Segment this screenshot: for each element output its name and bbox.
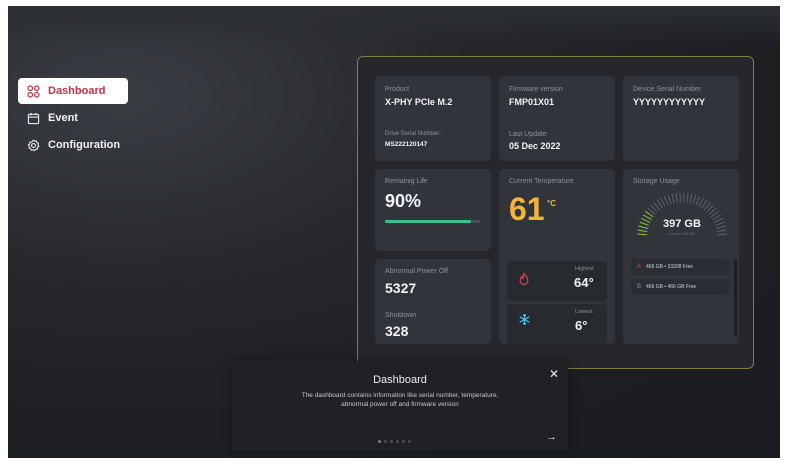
gauge-tick	[641, 217, 651, 223]
tour-step-dot[interactable]	[384, 440, 387, 443]
abnormal-power-off-label: Abnormal Power Off	[385, 268, 448, 275]
gauge-tick	[637, 233, 647, 236]
highest-temperature-card: Highest 64°	[507, 261, 607, 301]
remaining-life-label: Remainig Life	[385, 178, 428, 185]
top-glow	[8, 6, 780, 46]
gauge-tick	[689, 193, 693, 204]
firmware-card: Firmware version FMP01X01 Last Update 05…	[499, 76, 615, 161]
storage-gauge	[637, 192, 727, 236]
remaining-life-bar-fill	[385, 220, 471, 223]
next-arrow-icon[interactable]: →	[546, 431, 557, 443]
tour-step-dot[interactable]	[390, 440, 393, 443]
temperature-unit: °C	[547, 199, 556, 208]
tour-description: The dashboard contains information like …	[301, 392, 499, 408]
sidebar-item-configuration[interactable]: Configuration	[18, 132, 128, 158]
flame-icon	[519, 272, 529, 286]
tour-popup: Dashboard The dashboard contains informa…	[232, 361, 568, 451]
gauge-tick	[695, 195, 701, 206]
app-background: Dashboard Event Configuration Product X-…	[8, 6, 780, 458]
sidebar-item-label: Configuration	[48, 139, 121, 151]
drive-serial-label: Drive Serial Number:	[385, 131, 441, 137]
remaining-life-bar	[385, 220, 480, 223]
firmware-label: Firmware version	[509, 86, 563, 93]
gauge-tick	[716, 229, 727, 233]
product-card: Product X-PHY PCIe M.2 Drive Serial Numb…	[375, 76, 491, 161]
storage-usage-card: Storage Usage 397 GB Used of 466 GB A 46…	[623, 169, 739, 344]
gauge-tick	[698, 197, 704, 207]
drive-b-letter: B	[637, 284, 642, 290]
tour-step-dot[interactable]	[396, 440, 399, 443]
drive-b-info: 466 GB • 466 GB Free	[646, 284, 697, 290]
current-temperature-card: Current Temperature 61 °C Highest 64° Lo…	[499, 169, 615, 344]
device-serial-card: Device Serial Number YYYYYYYYYYYY	[623, 76, 739, 161]
drive-a-info: 466 GB • 33308 Free	[646, 264, 694, 270]
product-label: Product	[385, 86, 410, 93]
last-update-label: Last Update	[509, 131, 547, 138]
gauge-tick	[675, 192, 678, 203]
gauge-tick	[692, 194, 697, 205]
tour-step-dot[interactable]	[378, 440, 381, 443]
sidebar-item-label: Event	[48, 112, 78, 124]
tour-step-dots	[378, 440, 411, 443]
current-temperature-value: 61	[509, 191, 545, 227]
sidebar-item-dashboard[interactable]: Dashboard	[18, 78, 128, 104]
gauge-tick	[671, 193, 675, 204]
storage-sub-label: Used of 466 GB	[669, 232, 694, 236]
snowflake-icon	[519, 313, 530, 326]
calendar-icon	[27, 112, 40, 124]
device-serial-label: Device Serial Number	[633, 86, 702, 93]
gauge-tick	[715, 225, 726, 229]
gauge-tick	[714, 221, 725, 226]
lowest-label: Lowest	[575, 309, 593, 315]
last-update-value: 05 Dec 2022	[509, 141, 561, 151]
tour-step-dot[interactable]	[408, 440, 411, 443]
gauge-tick	[642, 214, 652, 221]
highest-label: Highest	[575, 266, 594, 272]
storage-usage-label: Storage Usage	[633, 178, 680, 185]
drive-b-row[interactable]: B 466 GB • 466 GB Free	[631, 279, 729, 295]
tour-step-dot[interactable]	[402, 440, 405, 443]
firmware-value: FMP01X01	[509, 97, 555, 107]
gauge-tick	[639, 221, 650, 226]
gauge-tick	[713, 217, 723, 223]
sidebar-item-label: Dashboard	[48, 85, 106, 97]
gauge-tick	[660, 197, 666, 207]
gauge-tick	[663, 195, 669, 206]
storage-scrollbar[interactable]	[734, 259, 737, 337]
storage-used-value: 397 GB	[663, 218, 701, 230]
sidebar-item-event[interactable]: Event	[18, 105, 128, 131]
close-icon[interactable]: ✕	[549, 367, 559, 381]
gauge-tick	[637, 229, 648, 233]
lowest-value: 6°	[575, 318, 588, 333]
shutdown-value: 328	[385, 323, 409, 339]
gear-icon	[27, 138, 40, 151]
sidebar-nav: Dashboard Event Configuration	[18, 78, 128, 159]
dashboard-panel: Product X-PHY PCIe M.2 Drive Serial Numb…	[357, 56, 754, 369]
power-events-card: Abnormal Power Off 5327 Shutdown 328	[375, 259, 491, 344]
product-value: X-PHY PCIe M.2	[385, 97, 453, 107]
gauge-tick	[686, 192, 689, 203]
drive-a-letter: A	[637, 264, 642, 270]
gauge-tick	[667, 194, 672, 205]
lowest-temperature-card: Lowest 6°	[507, 304, 607, 344]
shutdown-label: Shutdown	[385, 312, 417, 319]
gauge-tick	[712, 214, 722, 221]
highest-value: 64°	[574, 275, 594, 290]
abnormal-power-off-value: 5327	[385, 280, 417, 296]
tour-title: Dashboard	[373, 374, 427, 386]
dashboard-icon	[27, 84, 40, 98]
device-serial-value: YYYYYYYYYYYY	[633, 97, 706, 107]
gauge-tick	[717, 233, 727, 236]
current-temperature-label: Current Temperature	[509, 178, 574, 185]
gauge-tick	[638, 225, 649, 229]
remaining-life-card: Remainig Life 90%	[375, 169, 491, 251]
drive-a-row[interactable]: A 466 GB • 33308 Free	[631, 259, 729, 275]
drive-serial-value: MS222120147	[385, 141, 428, 148]
remaining-life-value: 90%	[385, 191, 422, 211]
